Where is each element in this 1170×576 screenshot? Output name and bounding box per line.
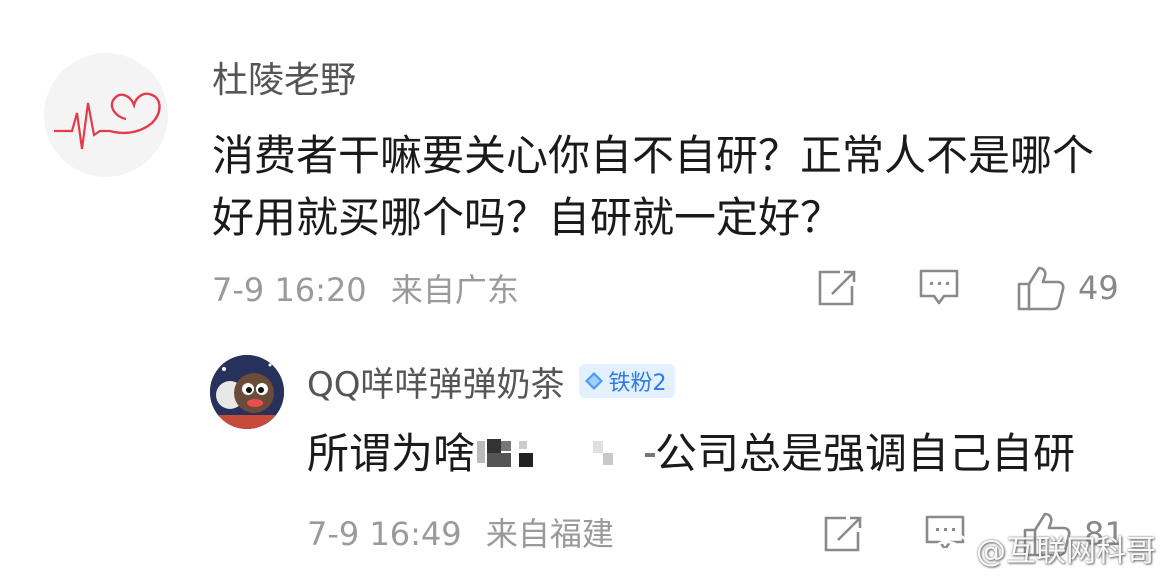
like-button[interactable]: 49 bbox=[1016, 264, 1119, 312]
reply-avatar[interactable] bbox=[210, 355, 284, 429]
reply-text: 所谓为啥 公司总是强调自己自研 bbox=[307, 425, 1075, 486]
reply-header: QQ咩咩弹弹奶茶 铁粉2 bbox=[307, 356, 675, 406]
heartbeat-heart-icon bbox=[54, 92, 161, 150]
reply-meta: 7-9 16:49 来自福建 bbox=[307, 510, 614, 558]
weibo-logo-icon bbox=[931, 534, 969, 564]
share-icon bbox=[818, 270, 856, 306]
weibo-watermark: @互联网科哥 bbox=[930, 526, 1156, 570]
share-button[interactable] bbox=[816, 268, 858, 308]
fan-badge[interactable]: 铁粉2 bbox=[578, 364, 675, 398]
censor-mosaic bbox=[475, 428, 656, 486]
comment-username[interactable]: 杜陵老野 bbox=[212, 55, 356, 107]
diamond-icon bbox=[584, 372, 603, 390]
badge-label: 铁粉2 bbox=[608, 371, 667, 396]
comment-time: 7-9 16:20 bbox=[212, 271, 367, 309]
comment-location: 来自广东 bbox=[390, 271, 519, 309]
reply-time: 7-9 16:49 bbox=[307, 515, 462, 553]
share-icon bbox=[824, 516, 862, 552]
reply-share-button[interactable] bbox=[822, 514, 864, 554]
like-count: 49 bbox=[1078, 269, 1119, 307]
comment-meta: 7-9 16:20 来自广东 bbox=[212, 266, 519, 314]
cartoon-avatar-icon bbox=[210, 355, 284, 429]
comment-text: 消费者干嘛要关心你自不自研？正常人不是哪个好用就买哪个吗？自研就一定好？ bbox=[212, 131, 1095, 242]
comment-icon bbox=[919, 269, 959, 305]
avatar[interactable] bbox=[44, 53, 168, 177]
reply-button[interactable] bbox=[918, 268, 960, 308]
reply-text-after: 公司总是强调自己自研 bbox=[655, 429, 1076, 478]
watermark-text: @互联网科哥 bbox=[976, 534, 1156, 569]
reply-username[interactable]: QQ咩咩弹弹奶茶 bbox=[307, 357, 565, 406]
reply-text-before: 所谓为啥 bbox=[307, 429, 476, 478]
reply-location: 来自福建 bbox=[485, 515, 614, 553]
thumbs-up-icon bbox=[1017, 266, 1065, 311]
